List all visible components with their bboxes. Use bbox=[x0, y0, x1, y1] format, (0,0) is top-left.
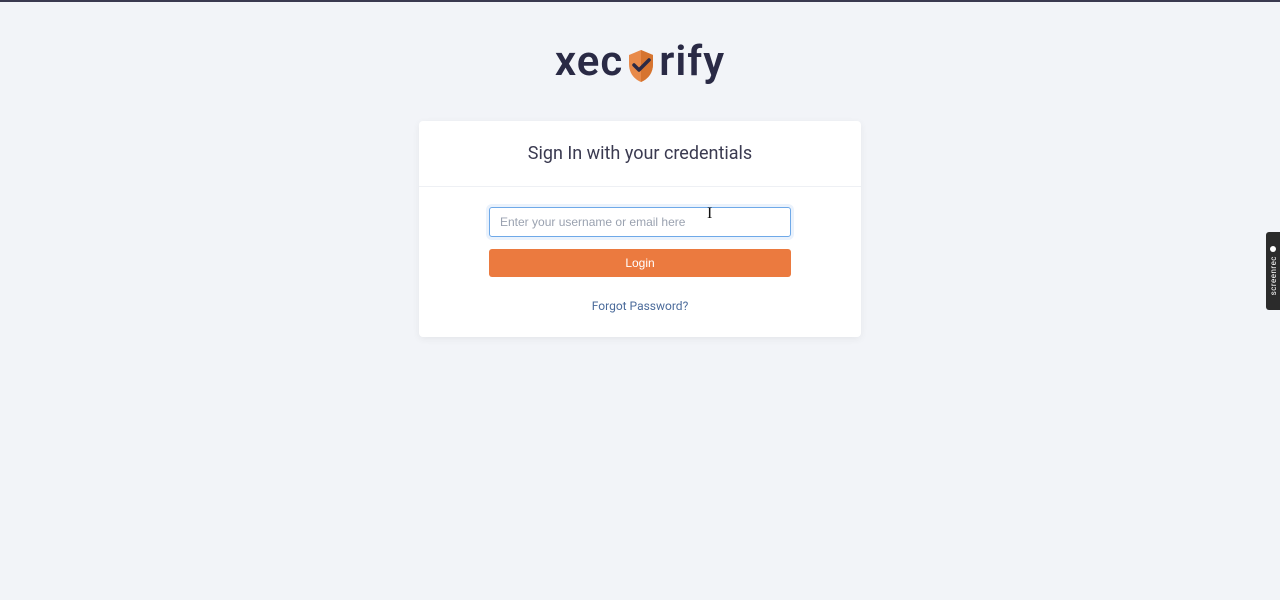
record-dot-icon bbox=[1270, 246, 1276, 252]
forgot-password-link[interactable]: Forgot Password? bbox=[489, 299, 791, 313]
card-title: Sign In with your credentials bbox=[439, 143, 841, 164]
logo-text-left: xec bbox=[555, 37, 623, 86]
card-body: Login Forgot Password? bbox=[419, 187, 861, 337]
logo-text-right: rify bbox=[659, 37, 725, 86]
card-header: Sign In with your credentials bbox=[419, 121, 861, 187]
username-input[interactable] bbox=[489, 207, 791, 237]
screenrec-label: screenrec bbox=[1269, 256, 1278, 295]
page-container: xec rify Sign In with your credentials L… bbox=[0, 2, 1280, 337]
brand-logo: xec rify bbox=[555, 37, 725, 86]
shield-icon bbox=[621, 46, 661, 86]
login-button[interactable]: Login bbox=[489, 249, 791, 277]
signin-card: Sign In with your credentials Login Forg… bbox=[419, 121, 861, 337]
screenrec-widget[interactable]: screenrec bbox=[1266, 232, 1280, 310]
